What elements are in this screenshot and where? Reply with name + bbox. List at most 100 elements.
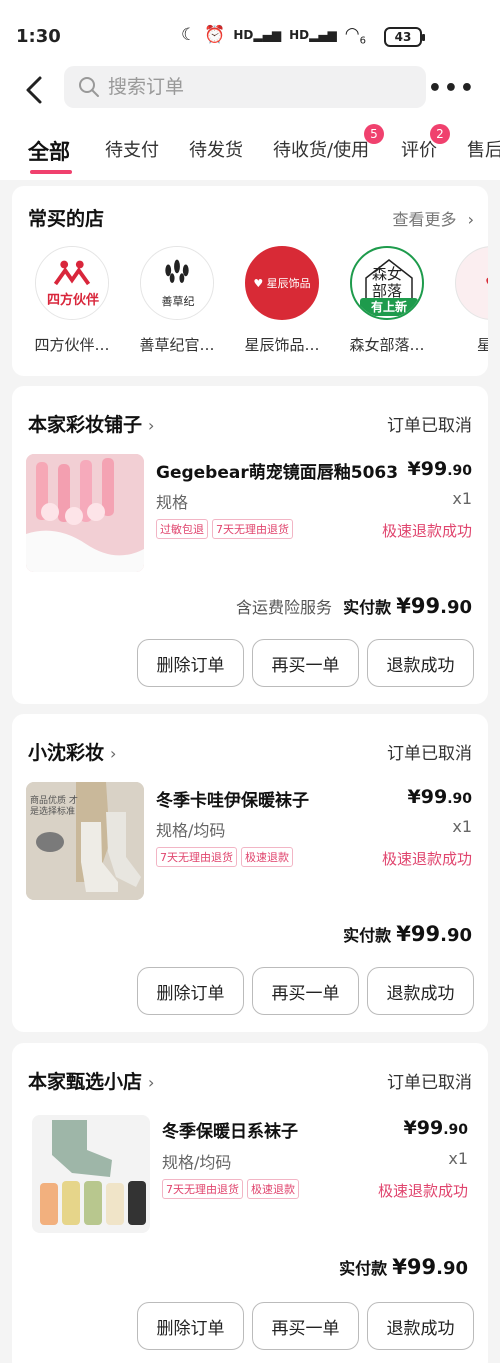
shop-name[interactable]: 小沈彩妆 › bbox=[28, 738, 116, 765]
service-tag: 7天无理由退货 bbox=[162, 1179, 243, 1199]
see-more-link[interactable]: 查看更多 › bbox=[392, 206, 474, 230]
product-name[interactable]: 冬季保暖日系袜子 bbox=[162, 1117, 298, 1142]
service-tags: 7天无理由退货 极速退款 bbox=[156, 847, 293, 867]
service-tag: 7天无理由退货 bbox=[156, 847, 237, 867]
logo-text: ♥ 星辰饰品 bbox=[253, 277, 311, 290]
status-icons: ☾ ⏰ HD▂▄▆ HD▂▄▆ ◠6 bbox=[181, 24, 366, 46]
store-name: 善草纪官… bbox=[139, 336, 215, 354]
search-bar[interactable] bbox=[64, 66, 426, 108]
order-card: 本家甄选小店 › 订单已取消 冬季保暖日系袜子 ¥99.90 规格/均码 x1 7… bbox=[12, 1043, 488, 1363]
refund-success-button[interactable]: 退款成功 bbox=[367, 967, 474, 1015]
paid-amount: ¥99.90 bbox=[396, 594, 472, 618]
chevron-right-icon: › bbox=[110, 744, 117, 763]
store-logo-graphic bbox=[36, 247, 108, 319]
logo-text: 森女部落 bbox=[371, 265, 402, 300]
service-tags: 7天无理由退货 极速退款 bbox=[162, 1179, 299, 1199]
refund-status: 极速退款成功 bbox=[377, 1182, 468, 1200]
signal-icon: HD▂▄▆ bbox=[289, 28, 337, 43]
more-options-icon[interactable]: ••• bbox=[428, 78, 476, 100]
store-item[interactable]: 四方伙伴 四方伙伴… bbox=[22, 246, 122, 355]
order-total: 实付款 ¥99.90 bbox=[343, 922, 472, 946]
back-arrow-icon[interactable] bbox=[20, 73, 50, 107]
paid-amount: ¥99.90 bbox=[392, 1255, 468, 1279]
search-input[interactable] bbox=[108, 66, 408, 108]
refund-status: 极速退款成功 bbox=[381, 522, 472, 540]
delete-order-button[interactable]: 删除订单 bbox=[137, 1302, 244, 1350]
lip-glaze-image bbox=[26, 454, 144, 572]
product-price: ¥99.90 bbox=[403, 1117, 468, 1139]
store-item[interactable]: ♥ 星辰饰品 星辰饰品… bbox=[232, 246, 332, 355]
chevron-right-icon: › bbox=[148, 1073, 155, 1092]
buy-again-button[interactable]: 再买一单 bbox=[252, 967, 359, 1015]
store-logo: ♥ bbox=[455, 246, 488, 320]
order-status: 订单已取消 bbox=[387, 1073, 472, 1093]
service-tag: 7天无理由退货 bbox=[212, 519, 293, 539]
active-tab-indicator bbox=[30, 170, 72, 174]
store-list: 四方伙伴 四方伙伴… 善草纪 善草纪官… ♥ 星辰饰品 星辰饰品… 森女部落 有… bbox=[12, 246, 488, 366]
store-name: 四方伙伴… bbox=[34, 336, 110, 354]
product-spec: 规格/均码 bbox=[156, 821, 226, 840]
tab-all[interactable]: 全部 bbox=[28, 136, 70, 166]
paid-amount: ¥99.90 bbox=[396, 922, 472, 946]
section-title: 常买的店 bbox=[28, 208, 105, 230]
paid-label: 实付款 bbox=[343, 598, 392, 617]
order-status: 订单已取消 bbox=[387, 744, 472, 764]
shop-name[interactable]: 本家彩妆铺子 › bbox=[28, 410, 154, 437]
tab-pending-payment[interactable]: 待支付 bbox=[105, 136, 159, 162]
service-tag: 极速退款 bbox=[241, 847, 293, 867]
order-actions: 删除订单 再买一单 退款成功 bbox=[137, 639, 474, 687]
tab-badge: 5 bbox=[364, 124, 384, 144]
delete-order-button[interactable]: 删除订单 bbox=[137, 967, 244, 1015]
signal-icon: HD▂▄▆ bbox=[233, 28, 282, 43]
order-card: 本家彩妆铺子 › 订单已取消 Gegebear萌宠镜面唇釉5063 ¥99.90 … bbox=[12, 386, 488, 704]
product-image[interactable] bbox=[32, 1115, 150, 1233]
order-card: 小沈彩妆 › 订单已取消 商品优质 才是选择标准 冬季卡哇伊保暖袜子 ¥99.90… bbox=[12, 714, 488, 1032]
order-actions: 删除订单 再买一单 退款成功 bbox=[137, 967, 474, 1015]
refund-status: 极速退款成功 bbox=[381, 850, 472, 868]
status-bar: 1:30 ☾ ⏰ HD▂▄▆ HD▂▄▆ ◠6 43 bbox=[0, 0, 500, 70]
shop-name[interactable]: 本家甄选小店 › bbox=[28, 1067, 154, 1094]
moon-icon: ☾ bbox=[180, 25, 197, 46]
refund-success-button[interactable]: 退款成功 bbox=[367, 639, 474, 687]
product-price: ¥99.90 bbox=[407, 458, 472, 480]
paid-label: 实付款 bbox=[343, 926, 392, 945]
wifi-icon: ◠6 bbox=[344, 24, 366, 47]
tab-pending-receipt[interactable]: 待收货/使用 bbox=[273, 136, 369, 162]
delete-order-button[interactable]: 删除订单 bbox=[137, 639, 244, 687]
service-tags: 过敏包退 7天无理由退货 bbox=[156, 519, 293, 539]
image-caption: 商品优质 才是选择标准 bbox=[30, 796, 78, 817]
product-quantity: x1 bbox=[448, 1149, 468, 1168]
product-spec: 规格/均码 bbox=[162, 1153, 232, 1172]
insurance-note: 含运费险服务 bbox=[236, 598, 333, 617]
heart-icon: ♥ bbox=[485, 274, 488, 293]
product-quantity: x1 bbox=[452, 489, 472, 508]
product-quantity: x1 bbox=[452, 817, 472, 836]
tab-pending-shipment[interactable]: 待发货 bbox=[189, 136, 243, 162]
buy-again-button[interactable]: 再买一单 bbox=[252, 1302, 359, 1350]
product-name[interactable]: 冬季卡哇伊保暖袜子 bbox=[156, 786, 309, 811]
store-name: 森女部落… bbox=[349, 336, 425, 354]
store-item[interactable]: 森女部落 有上新 森女部落… bbox=[337, 246, 437, 355]
product-image[interactable]: 商品优质 才是选择标准 bbox=[26, 782, 144, 900]
order-tabs: 全部 待支付 待发货 待收货/使用 5 评价 2 售后 bbox=[0, 124, 500, 180]
store-item[interactable]: ♥ 星辰 bbox=[442, 246, 488, 355]
store-logo: ♥ 星辰饰品 bbox=[245, 246, 319, 320]
store-logo: 善草纪 bbox=[140, 246, 214, 320]
store-item[interactable]: 善草纪 善草纪官… bbox=[127, 246, 227, 355]
logo-text: 善草纪 bbox=[161, 295, 195, 308]
service-tag: 极速退款 bbox=[247, 1179, 299, 1199]
store-name: 星辰 bbox=[476, 336, 488, 354]
order-status: 订单已取消 bbox=[387, 416, 472, 436]
tab-after-sales[interactable]: 售后 bbox=[467, 136, 500, 162]
new-arrivals-badge: 有上新 bbox=[360, 298, 418, 316]
product-name[interactable]: Gegebear萌宠镜面唇釉5063 bbox=[156, 458, 398, 483]
refund-success-button[interactable]: 退款成功 bbox=[367, 1302, 474, 1350]
product-image[interactable] bbox=[26, 454, 144, 572]
frequent-stores-card: 常买的店 查看更多 › 四方伙伴 四方伙伴… 善草纪 善草纪官… ♥ 星辰饰品 … bbox=[12, 186, 488, 376]
buy-again-button[interactable]: 再买一单 bbox=[252, 639, 359, 687]
battery-icon: 43 bbox=[384, 27, 425, 47]
header: ••• 全部 待支付 待发货 待收货/使用 5 评价 2 售后 bbox=[0, 66, 500, 180]
chevron-right-icon: › bbox=[148, 416, 155, 435]
order-actions: 删除订单 再买一单 退款成功 bbox=[137, 1302, 474, 1350]
service-tag: 过敏包退 bbox=[156, 519, 208, 539]
